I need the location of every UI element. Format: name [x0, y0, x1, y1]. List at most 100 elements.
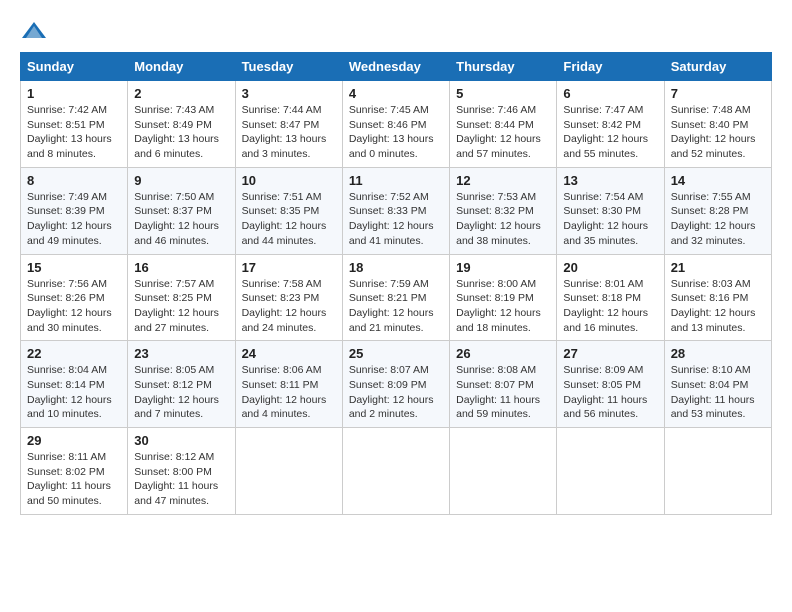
day-number: 6: [563, 86, 657, 101]
day-cell: 16 Sunrise: 7:57 AMSunset: 8:25 PMDaylig…: [128, 254, 235, 341]
day-info: Sunrise: 8:11 AMSunset: 8:02 PMDaylight:…: [27, 451, 111, 507]
day-cell: 24 Sunrise: 8:06 AMSunset: 8:11 PMDaylig…: [235, 341, 342, 428]
day-cell: 6 Sunrise: 7:47 AMSunset: 8:42 PMDayligh…: [557, 81, 664, 168]
day-number: 1: [27, 86, 121, 101]
day-info: Sunrise: 7:44 AMSunset: 8:47 PMDaylight:…: [242, 104, 327, 160]
day-info: Sunrise: 7:46 AMSunset: 8:44 PMDaylight:…: [456, 104, 541, 160]
day-number: 23: [134, 346, 228, 361]
logo: [20, 20, 52, 42]
day-cell: [664, 428, 771, 515]
day-info: Sunrise: 8:04 AMSunset: 8:14 PMDaylight:…: [27, 364, 112, 420]
day-cell: 26 Sunrise: 8:08 AMSunset: 8:07 PMDaylig…: [450, 341, 557, 428]
weekday-header-wednesday: Wednesday: [342, 53, 449, 81]
logo-icon: [20, 20, 48, 42]
calendar-table: SundayMondayTuesdayWednesdayThursdayFrid…: [20, 52, 772, 515]
day-cell: 27 Sunrise: 8:09 AMSunset: 8:05 PMDaylig…: [557, 341, 664, 428]
day-info: Sunrise: 7:49 AMSunset: 8:39 PMDaylight:…: [27, 191, 112, 247]
day-number: 2: [134, 86, 228, 101]
day-cell: 23 Sunrise: 8:05 AMSunset: 8:12 PMDaylig…: [128, 341, 235, 428]
day-info: Sunrise: 8:07 AMSunset: 8:09 PMDaylight:…: [349, 364, 434, 420]
day-cell: 3 Sunrise: 7:44 AMSunset: 8:47 PMDayligh…: [235, 81, 342, 168]
day-info: Sunrise: 8:00 AMSunset: 8:19 PMDaylight:…: [456, 278, 541, 334]
weekday-header-friday: Friday: [557, 53, 664, 81]
day-cell: 19 Sunrise: 8:00 AMSunset: 8:19 PMDaylig…: [450, 254, 557, 341]
day-info: Sunrise: 7:56 AMSunset: 8:26 PMDaylight:…: [27, 278, 112, 334]
day-info: Sunrise: 8:01 AMSunset: 8:18 PMDaylight:…: [563, 278, 648, 334]
day-cell: 30 Sunrise: 8:12 AMSunset: 8:00 PMDaylig…: [128, 428, 235, 515]
day-info: Sunrise: 7:48 AMSunset: 8:40 PMDaylight:…: [671, 104, 756, 160]
day-cell: 9 Sunrise: 7:50 AMSunset: 8:37 PMDayligh…: [128, 167, 235, 254]
week-row-1: 1 Sunrise: 7:42 AMSunset: 8:51 PMDayligh…: [21, 81, 772, 168]
day-number: 26: [456, 346, 550, 361]
day-cell: 20 Sunrise: 8:01 AMSunset: 8:18 PMDaylig…: [557, 254, 664, 341]
day-info: Sunrise: 7:53 AMSunset: 8:32 PMDaylight:…: [456, 191, 541, 247]
day-info: Sunrise: 7:42 AMSunset: 8:51 PMDaylight:…: [27, 104, 112, 160]
day-cell: 13 Sunrise: 7:54 AMSunset: 8:30 PMDaylig…: [557, 167, 664, 254]
day-cell: 10 Sunrise: 7:51 AMSunset: 8:35 PMDaylig…: [235, 167, 342, 254]
day-number: 4: [349, 86, 443, 101]
day-cell: 1 Sunrise: 7:42 AMSunset: 8:51 PMDayligh…: [21, 81, 128, 168]
day-info: Sunrise: 8:08 AMSunset: 8:07 PMDaylight:…: [456, 364, 540, 420]
weekday-header-saturday: Saturday: [664, 53, 771, 81]
day-number: 8: [27, 173, 121, 188]
day-number: 29: [27, 433, 121, 448]
day-info: Sunrise: 7:43 AMSunset: 8:49 PMDaylight:…: [134, 104, 219, 160]
day-info: Sunrise: 8:03 AMSunset: 8:16 PMDaylight:…: [671, 278, 756, 334]
day-info: Sunrise: 8:06 AMSunset: 8:11 PMDaylight:…: [242, 364, 327, 420]
weekday-header-tuesday: Tuesday: [235, 53, 342, 81]
day-info: Sunrise: 7:57 AMSunset: 8:25 PMDaylight:…: [134, 278, 219, 334]
day-number: 30: [134, 433, 228, 448]
day-cell: [342, 428, 449, 515]
day-number: 5: [456, 86, 550, 101]
day-number: 22: [27, 346, 121, 361]
day-cell: 2 Sunrise: 7:43 AMSunset: 8:49 PMDayligh…: [128, 81, 235, 168]
weekday-header-thursday: Thursday: [450, 53, 557, 81]
week-row-2: 8 Sunrise: 7:49 AMSunset: 8:39 PMDayligh…: [21, 167, 772, 254]
day-info: Sunrise: 8:05 AMSunset: 8:12 PMDaylight:…: [134, 364, 219, 420]
day-info: Sunrise: 7:54 AMSunset: 8:30 PMDaylight:…: [563, 191, 648, 247]
day-cell: 17 Sunrise: 7:58 AMSunset: 8:23 PMDaylig…: [235, 254, 342, 341]
day-info: Sunrise: 7:50 AMSunset: 8:37 PMDaylight:…: [134, 191, 219, 247]
day-cell: 29 Sunrise: 8:11 AMSunset: 8:02 PMDaylig…: [21, 428, 128, 515]
day-cell: 14 Sunrise: 7:55 AMSunset: 8:28 PMDaylig…: [664, 167, 771, 254]
day-info: Sunrise: 7:59 AMSunset: 8:21 PMDaylight:…: [349, 278, 434, 334]
weekday-header-sunday: Sunday: [21, 53, 128, 81]
day-number: 27: [563, 346, 657, 361]
day-cell: 25 Sunrise: 8:07 AMSunset: 8:09 PMDaylig…: [342, 341, 449, 428]
day-cell: 15 Sunrise: 7:56 AMSunset: 8:26 PMDaylig…: [21, 254, 128, 341]
day-cell: 18 Sunrise: 7:59 AMSunset: 8:21 PMDaylig…: [342, 254, 449, 341]
day-number: 14: [671, 173, 765, 188]
week-row-5: 29 Sunrise: 8:11 AMSunset: 8:02 PMDaylig…: [21, 428, 772, 515]
day-number: 12: [456, 173, 550, 188]
week-row-3: 15 Sunrise: 7:56 AMSunset: 8:26 PMDaylig…: [21, 254, 772, 341]
weekday-header-monday: Monday: [128, 53, 235, 81]
day-number: 19: [456, 260, 550, 275]
day-cell: 28 Sunrise: 8:10 AMSunset: 8:04 PMDaylig…: [664, 341, 771, 428]
day-number: 3: [242, 86, 336, 101]
day-info: Sunrise: 7:55 AMSunset: 8:28 PMDaylight:…: [671, 191, 756, 247]
day-cell: 11 Sunrise: 7:52 AMSunset: 8:33 PMDaylig…: [342, 167, 449, 254]
day-number: 24: [242, 346, 336, 361]
day-number: 10: [242, 173, 336, 188]
day-info: Sunrise: 7:45 AMSunset: 8:46 PMDaylight:…: [349, 104, 434, 160]
day-cell: 8 Sunrise: 7:49 AMSunset: 8:39 PMDayligh…: [21, 167, 128, 254]
day-cell: [557, 428, 664, 515]
weekday-header-row: SundayMondayTuesdayWednesdayThursdayFrid…: [21, 53, 772, 81]
day-cell: 5 Sunrise: 7:46 AMSunset: 8:44 PMDayligh…: [450, 81, 557, 168]
day-number: 11: [349, 173, 443, 188]
day-info: Sunrise: 7:51 AMSunset: 8:35 PMDaylight:…: [242, 191, 327, 247]
day-cell: [235, 428, 342, 515]
day-number: 17: [242, 260, 336, 275]
header: [20, 20, 772, 42]
day-info: Sunrise: 8:10 AMSunset: 8:04 PMDaylight:…: [671, 364, 755, 420]
day-info: Sunrise: 8:12 AMSunset: 8:00 PMDaylight:…: [134, 451, 218, 507]
day-number: 9: [134, 173, 228, 188]
day-cell: 22 Sunrise: 8:04 AMSunset: 8:14 PMDaylig…: [21, 341, 128, 428]
day-number: 18: [349, 260, 443, 275]
day-number: 15: [27, 260, 121, 275]
day-info: Sunrise: 7:47 AMSunset: 8:42 PMDaylight:…: [563, 104, 648, 160]
day-number: 28: [671, 346, 765, 361]
week-row-4: 22 Sunrise: 8:04 AMSunset: 8:14 PMDaylig…: [21, 341, 772, 428]
day-number: 13: [563, 173, 657, 188]
day-info: Sunrise: 8:09 AMSunset: 8:05 PMDaylight:…: [563, 364, 647, 420]
